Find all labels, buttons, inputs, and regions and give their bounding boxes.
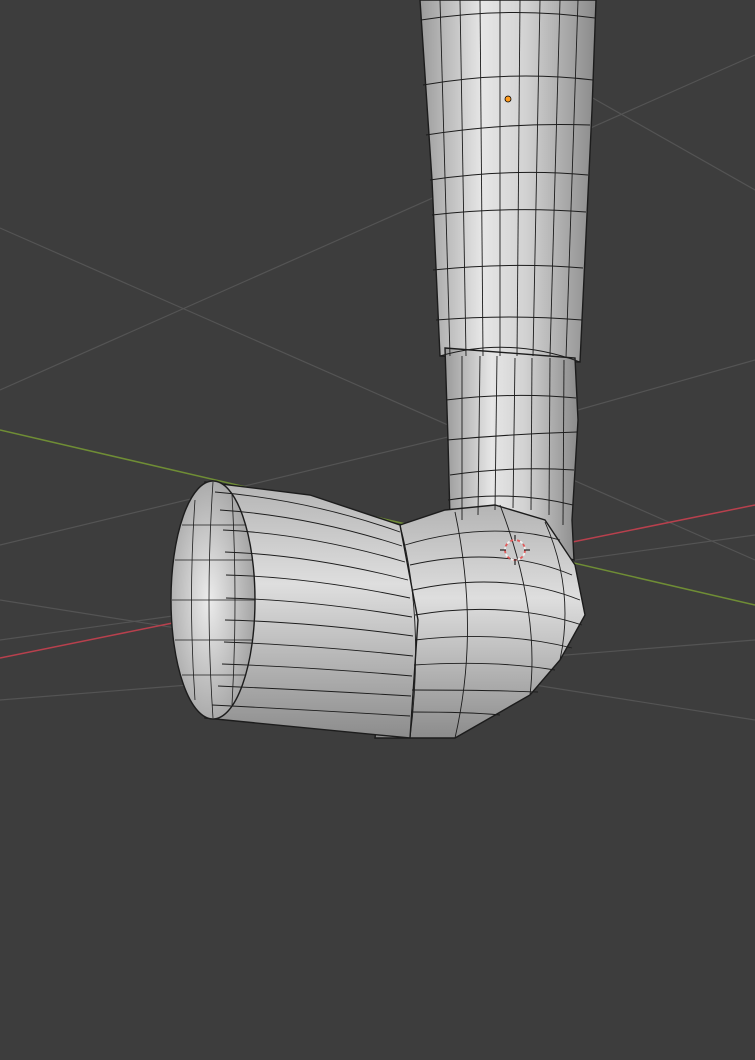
- 3d-viewport[interactable]: [0, 0, 755, 1060]
- viewport-canvas[interactable]: [0, 0, 755, 1060]
- mesh-upper-tube[interactable]: [419, 0, 597, 363]
- mesh-object[interactable]: [170, 0, 597, 739]
- origin-dot-icon[interactable]: [504, 95, 512, 103]
